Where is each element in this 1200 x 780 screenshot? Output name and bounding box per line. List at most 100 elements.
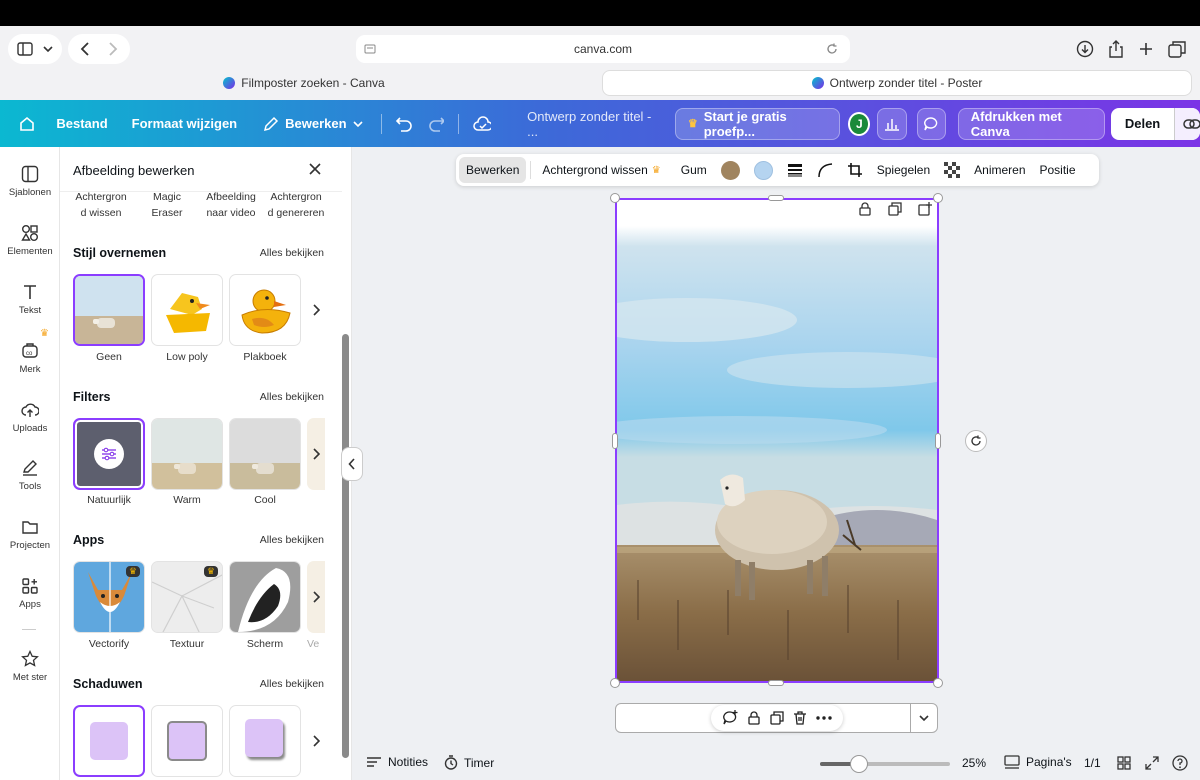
crop-button[interactable] xyxy=(840,162,870,178)
transparency-button[interactable] xyxy=(937,162,967,178)
sidebar-item-starred[interactable]: Met ster xyxy=(0,650,60,683)
shadow-outline-thumb[interactable] xyxy=(151,705,223,777)
filter-cool-thumb[interactable] xyxy=(229,418,301,490)
eraser-button[interactable]: Gum xyxy=(674,163,714,177)
style-none-thumb[interactable] xyxy=(73,274,145,346)
lock-icon[interactable] xyxy=(747,711,761,725)
resize-handle[interactable] xyxy=(610,193,620,203)
reload-icon[interactable] xyxy=(826,43,838,55)
home-button[interactable] xyxy=(0,116,54,132)
resize-handle[interactable] xyxy=(610,678,620,688)
tab-poster[interactable]: Ontwerp zonder titel - Poster xyxy=(602,70,1192,96)
add-comment-icon[interactable] xyxy=(722,710,738,726)
timer-button[interactable]: Timer xyxy=(444,755,494,770)
style-scrapbook-thumb[interactable] xyxy=(229,274,301,346)
notes-button[interactable]: Notities xyxy=(366,755,428,769)
collapse-panel-button[interactable] xyxy=(341,447,363,481)
insights-button[interactable] xyxy=(877,107,907,140)
tool-magic-eraser[interactable]: Magic Eraser xyxy=(131,189,203,221)
avatar[interactable]: J xyxy=(848,111,871,136)
add-page-icon[interactable] xyxy=(918,202,932,216)
see-all-filters-link[interactable]: Alles bekijken xyxy=(260,391,324,403)
sidebar-item-uploads[interactable]: Uploads xyxy=(0,401,60,434)
see-all-shadows-link[interactable]: Alles bekijken xyxy=(260,678,324,690)
duplicate-icon[interactable] xyxy=(770,711,784,725)
sidebar-item-apps[interactable]: Apps xyxy=(0,577,60,610)
see-all-apps-link[interactable]: Alles bekijken xyxy=(260,534,324,546)
help-icon[interactable] xyxy=(1172,755,1188,771)
close-icon[interactable] xyxy=(307,161,323,177)
flip-button[interactable]: Spiegelen xyxy=(870,163,937,177)
scroll-right-button[interactable] xyxy=(307,418,325,490)
grid-view-icon[interactable] xyxy=(1117,756,1131,770)
start-trial-button[interactable]: ♛ Start je gratis proefp... xyxy=(674,107,841,140)
zoom-slider[interactable] xyxy=(820,755,950,773)
tool-bg-generate[interactable]: Achtergron d genereren xyxy=(260,189,332,221)
style-low-poly-thumb[interactable] xyxy=(151,274,223,346)
cloud-saved-icon[interactable] xyxy=(473,115,492,132)
share-button[interactable]: Delen xyxy=(1111,108,1174,140)
trash-icon[interactable] xyxy=(793,711,807,725)
edit-image-button[interactable]: Bewerken xyxy=(459,157,527,183)
sidebar-item-projects[interactable]: Projecten xyxy=(0,518,60,551)
resize-button[interactable]: Formaat wijzigen xyxy=(132,116,237,131)
document-title[interactable]: Ontwerp zonder titel - ... xyxy=(527,109,653,139)
shadow-none-thumb[interactable] xyxy=(73,705,145,777)
app-texture-thumb[interactable]: ♛ xyxy=(151,561,223,633)
download-icon[interactable] xyxy=(1076,40,1094,58)
resize-handle[interactable] xyxy=(933,193,943,203)
scroll-right-button[interactable] xyxy=(307,274,325,346)
animate-button[interactable]: Animeren xyxy=(967,163,1032,177)
panel-scrollbar[interactable] xyxy=(342,334,349,758)
resize-handle[interactable] xyxy=(935,433,941,449)
duplicate-icon[interactable] xyxy=(888,202,902,216)
tool-image-to-video[interactable]: Afbeelding naar video xyxy=(195,189,267,221)
sidebar-item-text[interactable]: Tekst xyxy=(0,283,60,316)
scroll-right-button[interactable] xyxy=(307,561,325,633)
app-vectorify-thumb[interactable]: ♛ xyxy=(73,561,145,633)
new-tab-icon[interactable] xyxy=(1138,41,1154,57)
zoom-slider-thumb[interactable] xyxy=(850,755,868,773)
copy-link-button[interactable] xyxy=(1174,107,1200,140)
adjust-button[interactable] xyxy=(94,439,124,469)
undo-icon[interactable] xyxy=(395,116,412,132)
color-swatch-blue[interactable] xyxy=(747,160,780,180)
fullscreen-icon[interactable] xyxy=(1145,756,1159,770)
scroll-right-button[interactable] xyxy=(307,705,325,777)
more-icon[interactable] xyxy=(816,715,833,721)
color-swatch-brown[interactable] xyxy=(714,160,747,180)
border-style-button[interactable] xyxy=(780,163,810,177)
page-options-dropdown[interactable] xyxy=(910,704,937,732)
comments-button[interactable] xyxy=(916,107,946,140)
sidebar-item-brand[interactable]: ♛ co Merk xyxy=(0,328,60,375)
page-menu-icon[interactable] xyxy=(364,43,376,55)
pages-button[interactable]: Pagina's xyxy=(1004,755,1072,769)
filter-natural-thumb[interactable] xyxy=(73,418,145,490)
tool-bg-remove[interactable]: Achtergron d wissen xyxy=(65,189,137,221)
sidebar-item-elements[interactable]: Elementen xyxy=(0,224,60,257)
tab-filmposter[interactable]: Filmposter zoeken - Canva xyxy=(8,70,600,96)
share-icon[interactable] xyxy=(1108,40,1124,58)
sidebar-item-templates[interactable]: Sjablonen xyxy=(0,165,60,198)
rotate-button[interactable] xyxy=(965,430,987,452)
resize-handle[interactable] xyxy=(768,680,784,686)
sidebar-item-tools[interactable]: Tools xyxy=(0,459,60,492)
corner-rounding-button[interactable] xyxy=(810,162,840,178)
filter-warm-thumb[interactable] xyxy=(151,418,223,490)
forward-icon[interactable] xyxy=(108,42,118,56)
resize-handle[interactable] xyxy=(612,433,618,449)
zoom-level[interactable]: 25% xyxy=(962,756,986,770)
shadow-drop-thumb[interactable] xyxy=(229,705,301,777)
tab-overview-icon[interactable] xyxy=(1168,40,1186,58)
remove-background-button[interactable]: Achtergrond wissen ♛ xyxy=(535,163,667,177)
sidebar-toggle-button[interactable] xyxy=(8,34,62,64)
resize-handle[interactable] xyxy=(933,678,943,688)
poster-page[interactable] xyxy=(615,198,939,683)
see-all-style-link[interactable]: Alles bekijken xyxy=(260,247,324,259)
resize-handle[interactable] xyxy=(768,195,784,201)
position-button[interactable]: Positie xyxy=(1033,163,1083,177)
edit-mode-button[interactable]: Bewerken xyxy=(263,116,363,132)
app-screen-thumb[interactable] xyxy=(229,561,301,633)
address-bar[interactable]: canva.com xyxy=(356,35,850,63)
lock-icon[interactable] xyxy=(858,202,872,216)
